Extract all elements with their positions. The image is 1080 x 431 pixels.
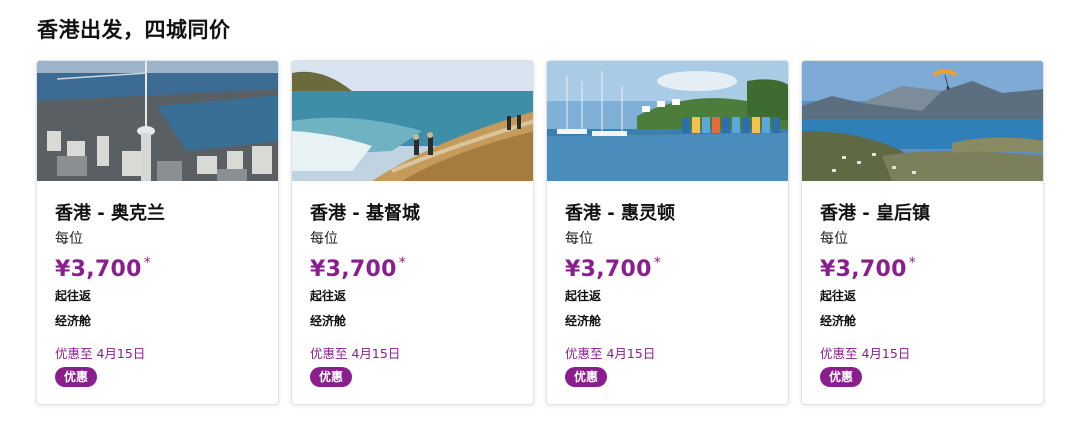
deal-card-christchurch[interactable]: 香港 - 基督城 每位 ¥3,700 * 起往返 经济舱 优惠至 4月15日 优惠: [291, 60, 534, 405]
route-title: 香港 - 惠灵顿: [565, 203, 676, 224]
deal-card-queenstown[interactable]: 香港 - 皇后镇 每位 ¥3,700 * 起往返 经济舱 优惠至 4月15日 优惠: [801, 60, 1044, 405]
price-row: ¥3,700 *: [820, 255, 916, 282]
price-value: ¥3,700: [565, 257, 652, 282]
price-value: ¥3,700: [55, 257, 142, 282]
per-person-label: 每位: [55, 231, 83, 247]
deal-badge: 优惠: [565, 367, 608, 387]
round-trip-label: 起往返: [55, 289, 92, 303]
queenstown-lake-photo: [802, 61, 1043, 181]
price-footnote-star: *: [908, 255, 916, 271]
deal-badge: 优惠: [820, 367, 863, 387]
deal-end-date: 优惠至 4月15日: [565, 346, 656, 361]
deal-end-date: 优惠至 4月15日: [310, 346, 401, 361]
round-trip-label: 起往返: [565, 289, 602, 303]
wellington-harbour-photo: [547, 61, 788, 181]
auckland-city-photo: [37, 61, 278, 181]
price-row: ¥3,700 *: [565, 255, 661, 282]
deal-badge: 优惠: [55, 367, 98, 387]
cabin-class-label: 经济舱: [55, 314, 92, 328]
per-person-label: 每位: [565, 231, 593, 247]
christchurch-coast-photo: [292, 61, 533, 181]
section-title: 香港出发，四城同价: [37, 18, 231, 42]
per-person-label: 每位: [820, 231, 848, 247]
route-title: 香港 - 皇后镇: [820, 203, 931, 224]
cabin-class-label: 经济舱: [820, 314, 857, 328]
price-value: ¥3,700: [310, 257, 397, 282]
cabin-class-label: 经济舱: [565, 314, 602, 328]
price-footnote-star: *: [653, 255, 661, 271]
deals-section: 香港出发，四城同价 香港 - 奥克兰 每位 ¥3,700 * 起往返 经济舱 优…: [0, 0, 1080, 431]
deal-cards: 香港 - 奥克兰 每位 ¥3,700 * 起往返 经济舱 优惠至 4月15日 优惠: [36, 60, 1044, 405]
price-row: ¥3,700 *: [55, 255, 151, 282]
deal-end-date: 优惠至 4月15日: [820, 346, 911, 361]
deal-end-date: 优惠至 4月15日: [55, 346, 146, 361]
price-footnote-star: *: [143, 255, 151, 271]
route-title: 香港 - 基督城: [310, 203, 421, 224]
price-row: ¥3,700 *: [310, 255, 406, 282]
deal-badge: 优惠: [310, 367, 353, 387]
price-footnote-star: *: [398, 255, 406, 271]
route-title: 香港 - 奥克兰: [55, 203, 166, 224]
deal-card-wellington[interactable]: 香港 - 惠灵顿 每位 ¥3,700 * 起往返 经济舱 优惠至 4月15日 优惠: [546, 60, 789, 405]
price-value: ¥3,700: [820, 257, 907, 282]
round-trip-label: 起往返: [820, 289, 857, 303]
per-person-label: 每位: [310, 231, 338, 247]
cabin-class-label: 经济舱: [310, 314, 347, 328]
round-trip-label: 起往返: [310, 289, 347, 303]
deal-card-auckland[interactable]: 香港 - 奥克兰 每位 ¥3,700 * 起往返 经济舱 优惠至 4月15日 优惠: [36, 60, 279, 405]
